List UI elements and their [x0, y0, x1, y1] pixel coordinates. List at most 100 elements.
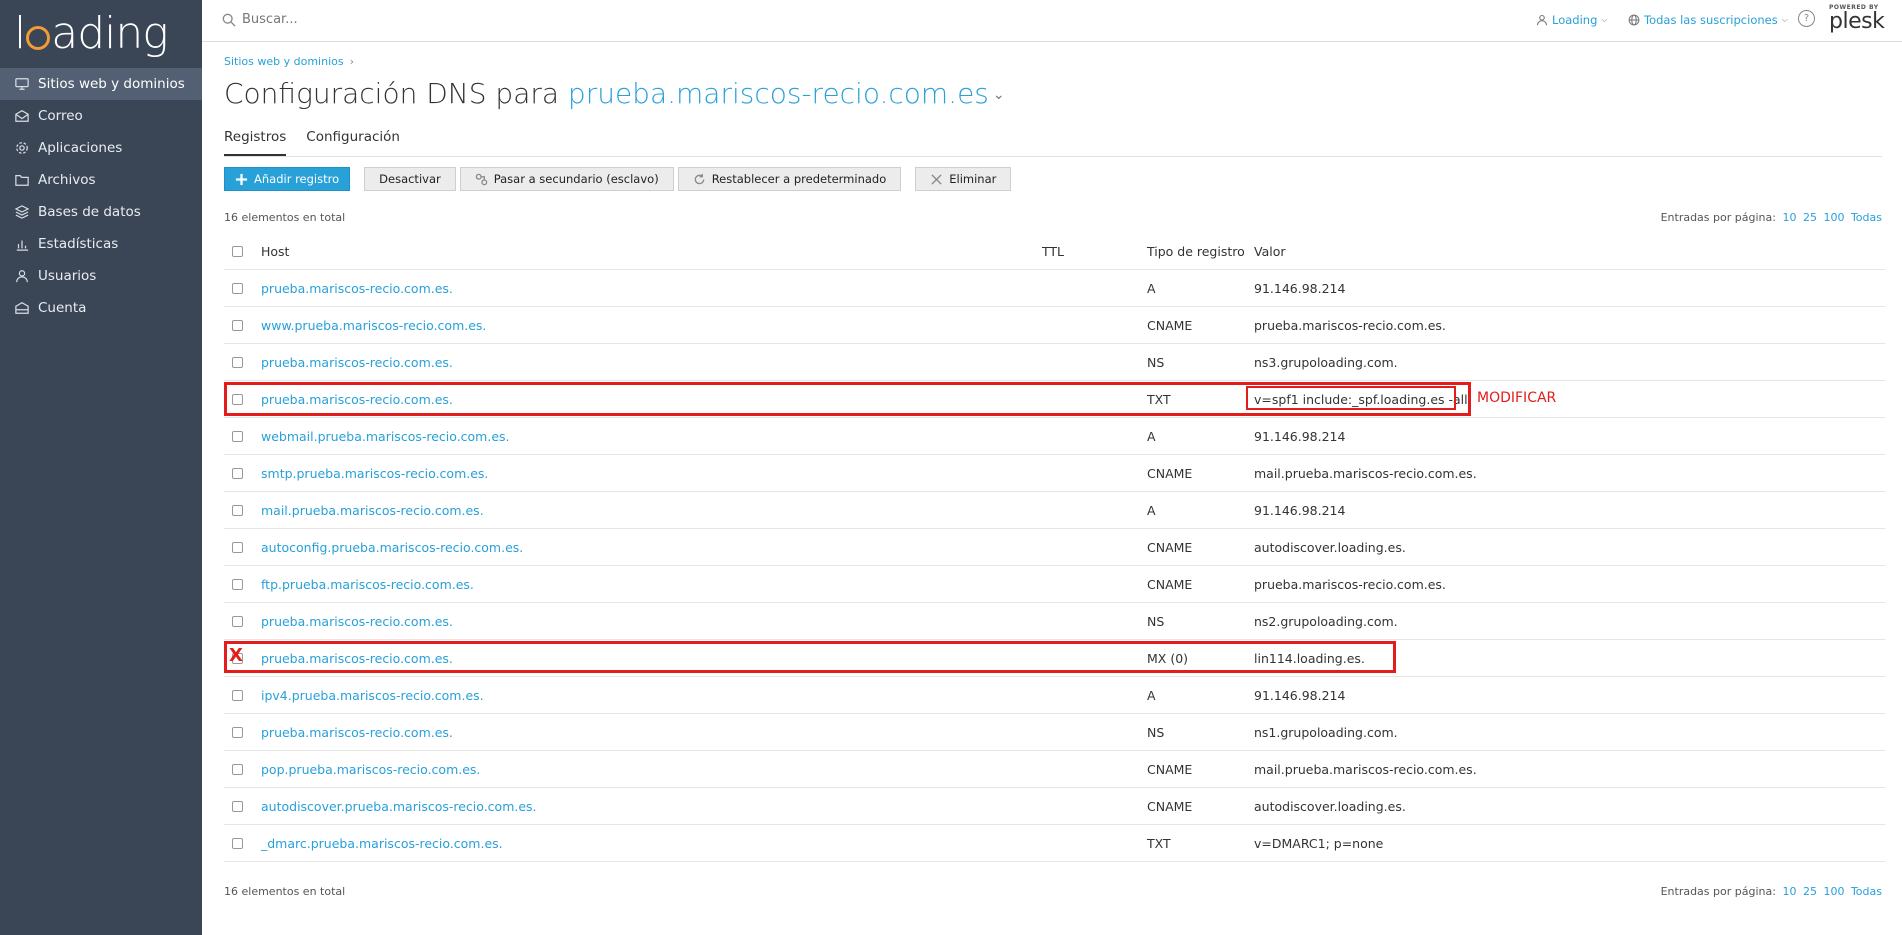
table-row[interactable]: prueba.mariscos-recio.com.es. A 91.146.98.… [224, 270, 1885, 307]
record-type-cell: CNAME [1147, 576, 1193, 592]
table-row[interactable]: autodiscover.prueba.mariscos-recio.com.e… [224, 788, 1885, 825]
record-type-cell: A [1147, 502, 1156, 518]
disable-button[interactable]: Desactivar [364, 167, 456, 191]
host-link[interactable]: prueba.mariscos-recio.com.es. [261, 725, 1042, 740]
chevron-down-icon[interactable]: ⌄ [993, 87, 1005, 103]
sidebar-item-bases-de-datos[interactable]: Bases de datos [0, 196, 202, 228]
record-value-cell: 91.146.98.214 [1254, 502, 1346, 518]
sidebar-item-archivos[interactable]: Archivos [0, 164, 202, 196]
host-link[interactable]: autodiscover.prueba.mariscos-recio.com.e… [261, 799, 1042, 814]
plus-icon [235, 173, 248, 185]
table-row[interactable]: ftp.prueba.mariscos-recio.com.es. CNAME pr… [224, 566, 1885, 603]
user-icon [14, 268, 30, 284]
page-title: Configuración DNS para prueba.mariscos-r… [224, 77, 1005, 110]
domain-switcher[interactable]: prueba.mariscos-recio.com.es [568, 77, 989, 110]
table-row[interactable]: mail.prueba.mariscos-recio.com.es. A 91.14… [224, 492, 1885, 529]
record-value-cell: ns3.grupoloading.com. [1254, 354, 1398, 370]
tab-registros[interactable]: Registros [224, 129, 287, 156]
row-checkbox[interactable] [232, 615, 243, 627]
column-header-value[interactable]: Valor [1254, 244, 1286, 259]
reset-icon [694, 173, 705, 184]
per-page-25[interactable]: 25 [1803, 885, 1817, 898]
sidebar-item-label: Estadísticas [38, 236, 119, 252]
sidebar-item-usuarios[interactable]: Usuarios [0, 260, 202, 292]
host-link[interactable]: webmail.prueba.mariscos-recio.com.es. [261, 429, 1042, 444]
row-checkbox[interactable] [232, 467, 243, 479]
row-checkbox[interactable] [232, 800, 243, 812]
per-page-10[interactable]: 10 [1782, 885, 1796, 898]
table-row[interactable]: prueba.mariscos-recio.com.es. NS ns2.grupo… [224, 603, 1885, 640]
host-link[interactable]: prueba.mariscos-recio.com.es. [261, 614, 1042, 629]
per-page-100[interactable]: 100 [1823, 211, 1844, 224]
search-input[interactable] [242, 12, 542, 27]
row-checkbox[interactable] [232, 689, 243, 701]
add-record-button[interactable]: Añadir registro [224, 167, 351, 191]
sidebar-item-estadísticas[interactable]: Estadísticas [0, 228, 202, 260]
host-link[interactable]: prueba.mariscos-recio.com.es. [261, 281, 1042, 296]
reset-default-button[interactable]: Restablecer a predeterminado [677, 167, 902, 191]
record-type-cell: CNAME [1147, 798, 1193, 814]
table-row[interactable]: www.prueba.mariscos-recio.com.es. CNAME pr… [224, 307, 1885, 344]
sidebar-item-aplicaciones[interactable]: Aplicaciones [0, 132, 202, 164]
sidebar-item-cuenta[interactable]: Cuenta [0, 292, 202, 324]
host-link[interactable]: ipv4.prueba.mariscos-recio.com.es. [261, 688, 1042, 703]
breadcrumb-link[interactable]: Sitios web y dominios [224, 55, 344, 68]
row-checkbox[interactable] [232, 282, 243, 294]
host-link[interactable]: _dmarc.prueba.mariscos-recio.com.es. [261, 836, 1042, 851]
row-checkbox[interactable] [232, 430, 243, 442]
folder-icon [14, 172, 30, 188]
host-link[interactable]: autoconfig.prueba.mariscos-recio.com.es. [261, 540, 1042, 555]
row-checkbox[interactable] [232, 504, 243, 516]
sidebar-item-correo[interactable]: Correo [0, 100, 202, 132]
per-page-10[interactable]: 10 [1782, 211, 1796, 224]
table-row[interactable]: ipv4.prueba.mariscos-recio.com.es. A 91.14… [224, 677, 1885, 714]
per-page-all[interactable]: Todas [1851, 885, 1882, 898]
highlight-box-spf-value [1246, 386, 1456, 410]
table-row[interactable]: smtp.prueba.mariscos-recio.com.es. CNAME m… [224, 455, 1885, 492]
column-header-ttl[interactable]: TTL [1042, 244, 1147, 259]
per-page-all[interactable]: Todas [1851, 211, 1882, 224]
table-row[interactable]: prueba.mariscos-recio.com.es. NS ns1.grupo… [224, 714, 1885, 751]
per-page-100[interactable]: 100 [1823, 885, 1844, 898]
row-checkbox[interactable] [232, 837, 243, 849]
host-link[interactable]: ftp.prueba.mariscos-recio.com.es. [261, 577, 1042, 592]
host-link[interactable]: smtp.prueba.mariscos-recio.com.es. [261, 466, 1042, 481]
help-icon[interactable]: ? [1798, 10, 1815, 27]
logo-o-mark [26, 26, 51, 50]
table-row[interactable]: prueba.mariscos-recio.com.es. NS ns3.grupo… [224, 344, 1885, 381]
table-row[interactable]: autoconfig.prueba.mariscos-recio.com.es.… [224, 529, 1885, 566]
row-checkbox[interactable] [232, 726, 243, 738]
table-row[interactable]: webmail.prueba.mariscos-recio.com.es. A 91… [224, 418, 1885, 455]
account-icon [14, 300, 30, 316]
secondary-button[interactable]: Pasar a secundario (esclavo) [459, 167, 674, 191]
host-link[interactable]: mail.prueba.mariscos-recio.com.es. [261, 503, 1042, 518]
delete-button[interactable]: Eliminar [915, 167, 1012, 191]
table-row[interactable]: _dmarc.prueba.mariscos-recio.com.es. TXT v… [224, 825, 1885, 862]
select-all-checkbox[interactable] [232, 245, 243, 257]
host-link[interactable]: www.prueba.mariscos-recio.com.es. [261, 318, 1042, 333]
host-link[interactable]: prueba.mariscos-recio.com.es. [261, 355, 1042, 370]
plesk-wordmark: plesk [1829, 9, 1885, 34]
subscriptions-menu[interactable]: Todas las suscripciones ⌵ [1628, 13, 1788, 27]
tab-configuracion[interactable]: Configuración [306, 129, 400, 156]
row-checkbox[interactable] [232, 763, 243, 775]
per-page-25[interactable]: 25 [1803, 211, 1817, 224]
globe-icon [1628, 14, 1640, 26]
sidebar-item-label: Aplicaciones [38, 140, 123, 156]
user-icon [1536, 14, 1548, 26]
sidebar-item-label: Sitios web y dominios [38, 76, 185, 92]
user-menu[interactable]: Loading ⌵ [1536, 13, 1607, 27]
row-checkbox[interactable] [232, 319, 243, 331]
row-checkbox[interactable] [232, 541, 243, 553]
per-page-top: Entradas por página: 10 25 100 Todas [1661, 211, 1882, 224]
column-header-type[interactable]: Tipo de registro [1147, 244, 1254, 259]
sidebar-item-sitios-web-y-dominios[interactable]: Sitios web y dominios [0, 68, 202, 100]
row-checkbox[interactable] [232, 578, 243, 590]
record-type-cell: A [1147, 428, 1156, 444]
table-row[interactable]: pop.prueba.mariscos-recio.com.es. CNAME ma… [224, 751, 1885, 788]
host-link[interactable]: pop.prueba.mariscos-recio.com.es. [261, 762, 1042, 777]
row-checkbox[interactable] [232, 356, 243, 368]
column-header-host[interactable]: Host [261, 244, 1042, 259]
brand-logo[interactable]: l ading [0, 0, 202, 68]
search-icon [222, 13, 236, 27]
